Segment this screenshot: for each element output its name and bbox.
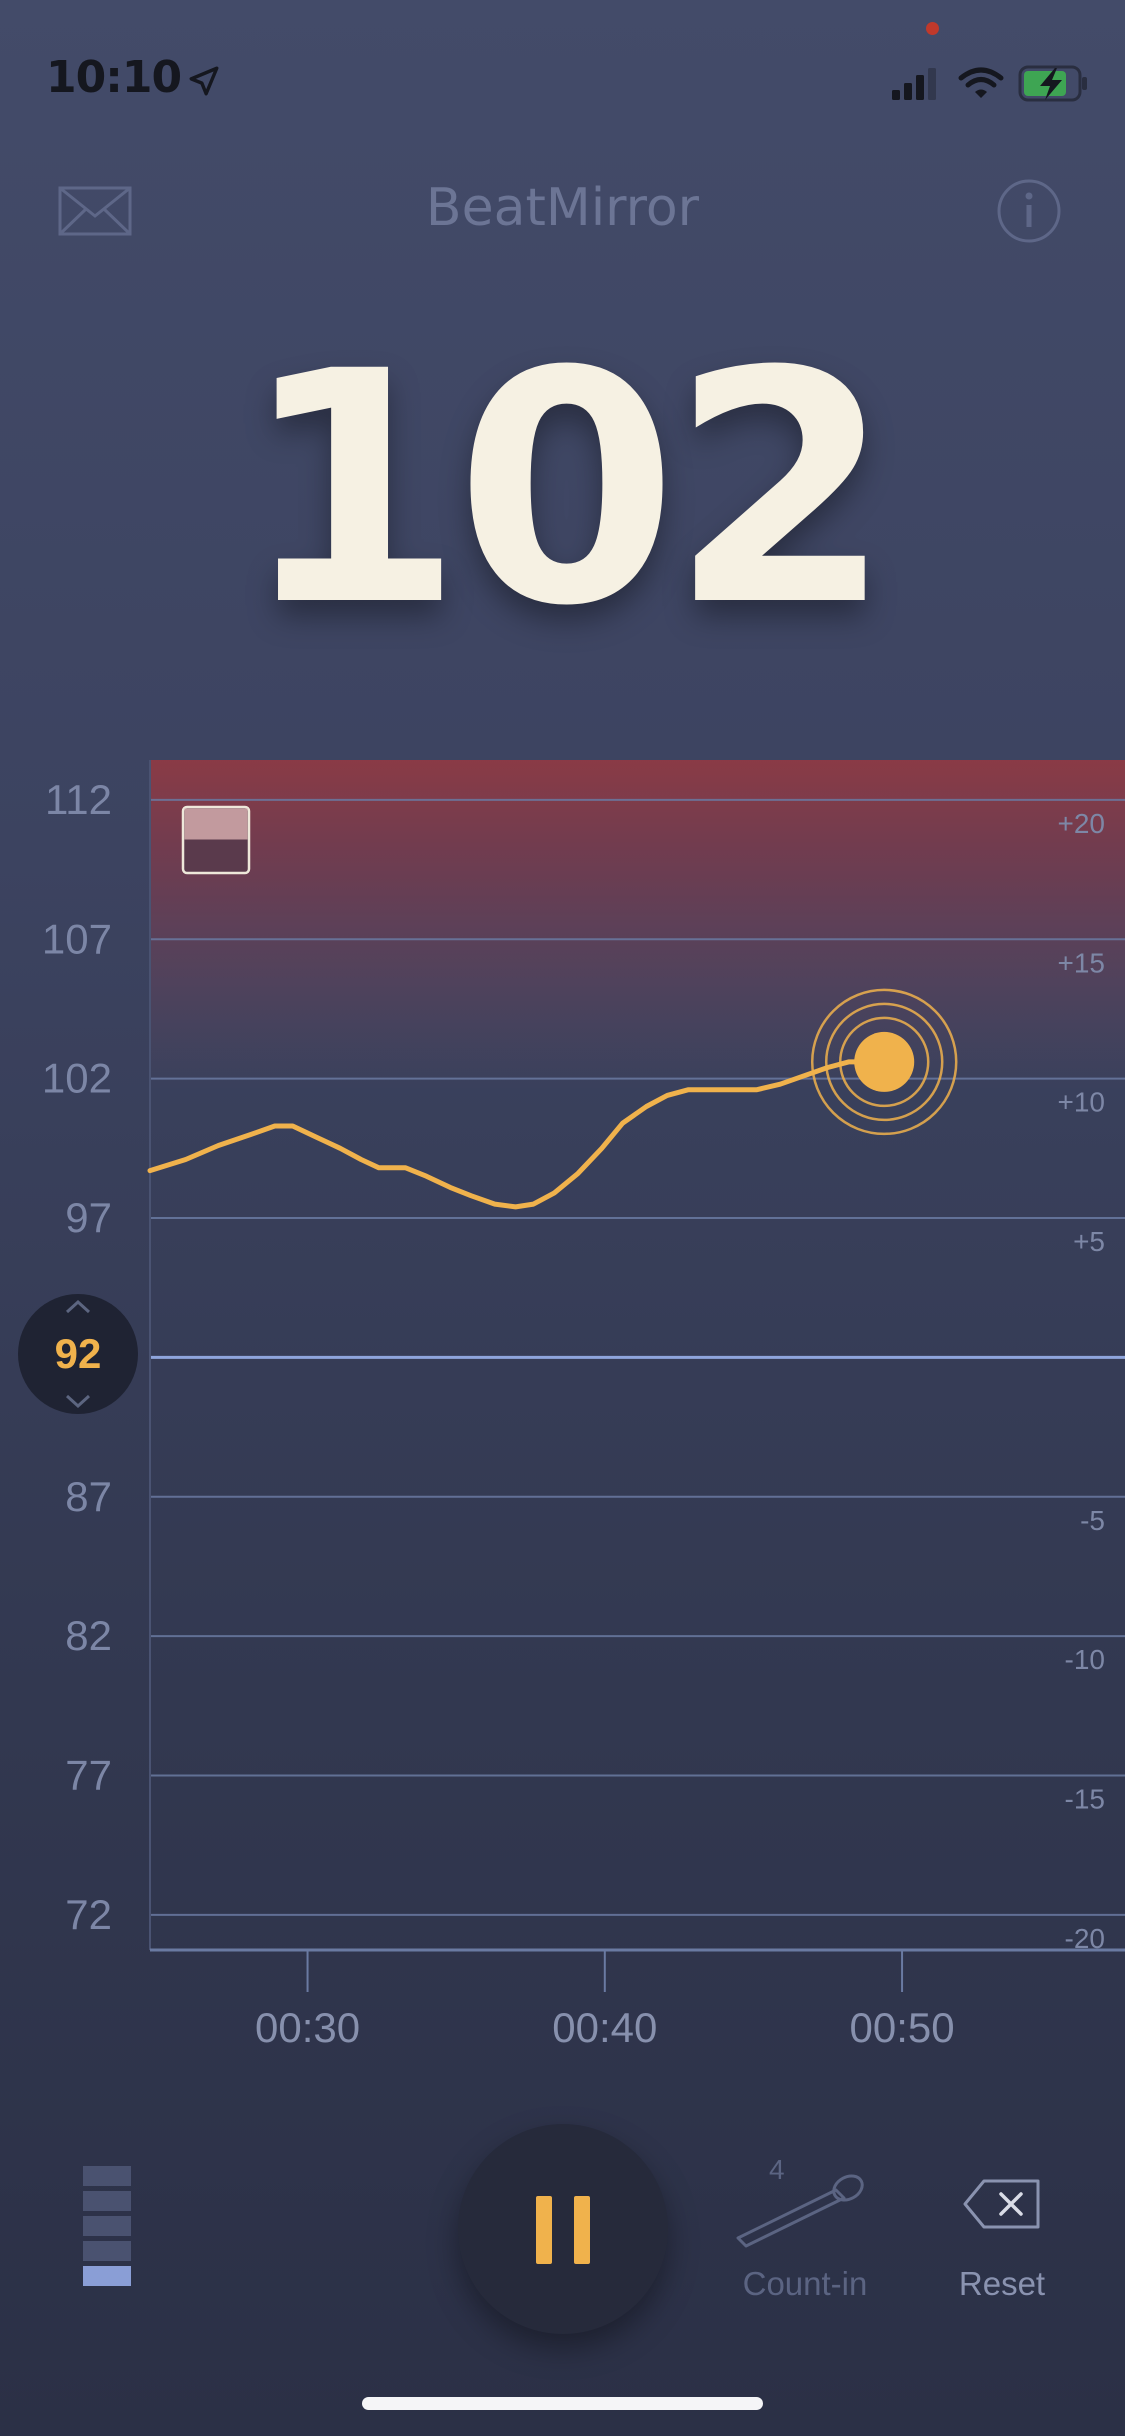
level-meter-segment	[83, 2216, 131, 2236]
y-offset-tick-label: -15	[1065, 1784, 1105, 1815]
current-tempo-marker	[854, 1031, 915, 1092]
input-level-meter	[83, 2166, 131, 2291]
x-tick-label: 00:50	[850, 2004, 955, 2051]
status-time-text: 10:10	[46, 52, 182, 103]
count-in-drumstick-icon[interactable]	[732, 2168, 872, 2248]
current-bpm: 102	[240, 304, 893, 676]
y-offset-tick-label: +10	[1058, 1087, 1106, 1118]
y-offset-tick-label: +5	[1073, 1226, 1105, 1257]
info-icon[interactable]	[996, 178, 1062, 244]
y-tick-label: 72	[65, 1891, 112, 1938]
level-meter-segment	[83, 2241, 131, 2261]
target-tempo-value: 92	[55, 1330, 102, 1377]
pause-icon-bar-left	[536, 2196, 552, 2264]
x-tick-label: 00:40	[552, 2004, 657, 2051]
battery-charging-icon	[1018, 65, 1087, 102]
location-arrow-icon	[189, 66, 219, 96]
level-meter-segment	[83, 2266, 131, 2286]
pause-icon-bar-right	[574, 2196, 590, 2264]
y-tick-label: 107	[42, 915, 112, 962]
pause-button[interactable]	[458, 2124, 668, 2334]
y-offset-tick-label: +20	[1058, 808, 1106, 839]
tempo-chart: 112 +20 107 +15 102 +10 97 +5 87 -5 82 -10 77 -15 72 -2…	[42, 760, 1125, 2051]
count-in-label[interactable]: Count-in	[700, 2265, 910, 2303]
y-offset-tick-label: +15	[1058, 947, 1106, 978]
count-in-value: 4	[769, 2154, 785, 2185]
over-tempo-band	[150, 760, 1125, 1089]
y-offset-tick-label: -5	[1080, 1505, 1105, 1536]
status-time: 10:10	[46, 52, 221, 103]
reset-label[interactable]: Reset	[930, 2265, 1074, 2303]
y-tick-label: 112	[45, 776, 112, 823]
y-tick-label: 82	[65, 1612, 112, 1659]
x-tick-label: 00:30	[255, 2004, 360, 2051]
y-offset-tick-label: -20	[1065, 1923, 1105, 1954]
y-offset-tick-label: -10	[1065, 1644, 1105, 1675]
home-indicator[interactable]	[362, 2397, 763, 2410]
recording-dot-icon	[926, 22, 939, 35]
y-tick-label: 102	[42, 1055, 112, 1102]
level-meter-segment	[83, 2166, 131, 2186]
level-meter-segment	[83, 2191, 131, 2211]
chart-zone-toggle-icon[interactable]	[181, 805, 251, 875]
y-tick-label: 97	[65, 1194, 112, 1241]
app-title: BeatMirror	[425, 178, 700, 238]
target-tempo-stepper[interactable]: 92	[16, 1292, 140, 1416]
wifi-icon	[958, 67, 1004, 98]
y-tick-label: 77	[65, 1752, 112, 1799]
cellular-signal-icon	[892, 68, 936, 100]
reset-backspace-icon[interactable]	[962, 2178, 1042, 2230]
y-tick-label: 87	[65, 1473, 112, 1520]
